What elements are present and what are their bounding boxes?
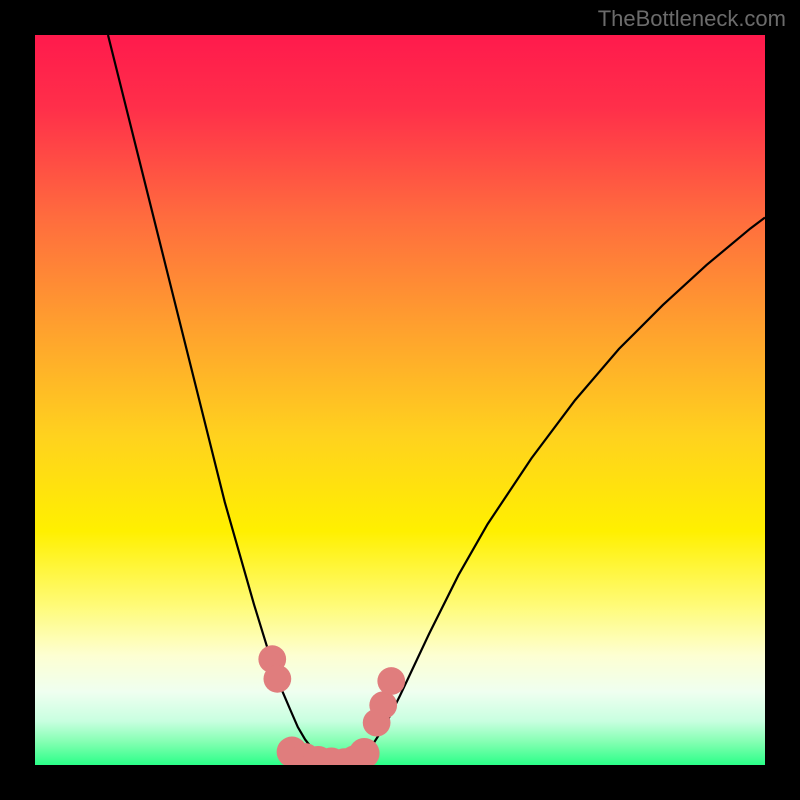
data-marker [369, 691, 397, 719]
bottleneck-chart [35, 35, 765, 765]
gradient-background [35, 35, 765, 765]
watermark-text: TheBottleneck.com [598, 6, 786, 32]
chart-plot-area [35, 35, 765, 765]
data-marker [263, 665, 291, 693]
data-marker [377, 667, 405, 695]
